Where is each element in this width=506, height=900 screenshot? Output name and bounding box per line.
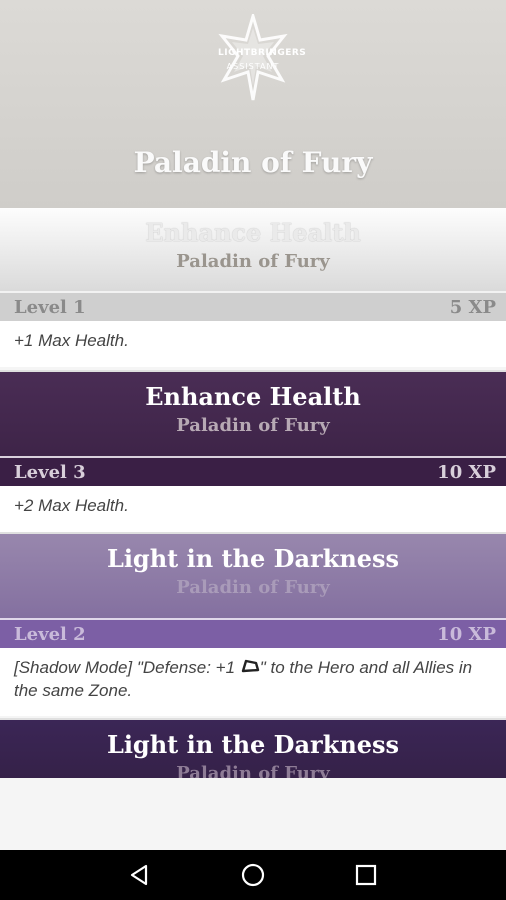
card-title: Light in the Darkness [106,544,400,573]
level-label: Level 2 [14,624,86,645]
card-subtitle: Paladin of Fury [176,763,330,778]
card-header: Enhance Health Paladin of Fury [0,208,506,291]
shield-die-icon [241,659,259,673]
level-label: Level 3 [14,462,86,483]
upgrade-card[interactable]: Light in the Darkness Paladin of Fury [0,718,506,778]
card-subtitle: Paladin of Fury [176,251,330,272]
card-description: [Shadow Mode] "Defense: +1 " to the Hero… [0,648,506,716]
upgrade-card[interactable]: Light in the Darkness Paladin of Fury Le… [0,532,506,716]
xp-cost: 10 XP [437,624,496,645]
xp-cost: 5 XP [449,297,496,318]
level-row: Level 3 10 XP [0,456,506,486]
level-row: Level 1 5 XP [0,291,506,321]
card-description: +2 Max Health. [0,486,506,532]
android-nav-bar [0,850,506,900]
card-description: +1 Max Health. [0,321,506,367]
level-row: Level 2 10 XP [0,618,506,648]
star-logo-icon [218,10,288,101]
card-title: Enhance Health [145,218,361,247]
xp-cost: 10 XP [437,462,496,483]
card-title: Light in the Darkness [106,730,400,759]
recents-square-icon[interactable] [351,860,381,890]
app-header: LIGHTBRINGERS ASSISTANT Paladin of Fury [0,0,506,208]
card-subtitle: Paladin of Fury [176,577,330,598]
description-text-start: [Shadow Mode] "Defense: +1 [14,658,240,677]
logo-subtitle: ASSISTANT [226,62,280,71]
lightbringers-logo: LIGHTBRINGERS ASSISTANT [218,10,307,104]
upgrade-card[interactable]: Enhance Health Paladin of Fury Level 3 1… [0,370,506,532]
list-empty-area [0,778,506,850]
card-subtitle: Paladin of Fury [176,415,330,436]
page-title: Paladin of Fury [133,146,373,179]
upgrade-card[interactable]: Enhance Health Paladin of Fury Level 1 5… [0,208,506,367]
back-triangle-icon[interactable] [125,860,155,890]
card-header: Enhance Health Paladin of Fury [0,372,506,456]
level-label: Level 1 [14,297,86,318]
logo-title: LIGHTBRINGERS [218,48,307,58]
card-header: Light in the Darkness Paladin of Fury [0,720,506,778]
home-circle-icon[interactable] [238,860,268,890]
card-header: Light in the Darkness Paladin of Fury [0,534,506,618]
card-title: Enhance Health [145,382,361,411]
